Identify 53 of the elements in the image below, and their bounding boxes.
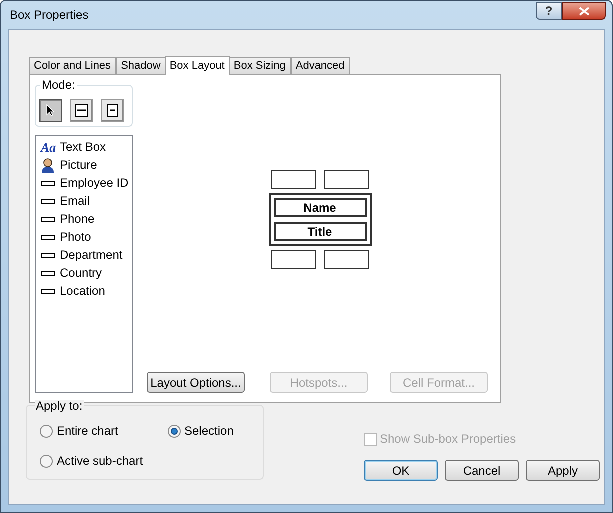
tab[interactable]: Color and Lines bbox=[29, 57, 116, 74]
radio-label: Active sub-chart bbox=[57, 453, 144, 470]
mode-button[interactable] bbox=[101, 98, 124, 122]
person-icon bbox=[41, 158, 55, 172]
close-button[interactable] bbox=[562, 2, 606, 20]
radio-button[interactable] bbox=[40, 424, 53, 438]
box-icon bbox=[75, 104, 88, 116]
tab[interactable]: Box Sizing bbox=[228, 57, 291, 74]
checkbox-label: Show Sub-box Properties bbox=[380, 431, 516, 448]
list-item-label[interactable]: Location bbox=[60, 282, 106, 300]
close-icon bbox=[578, 6, 590, 16]
mode-button[interactable] bbox=[39, 98, 62, 122]
tab[interactable]: Box Layout bbox=[164, 56, 230, 75]
field-icon bbox=[41, 288, 55, 294]
box-icon bbox=[107, 104, 118, 116]
dialog-button[interactable]: Apply bbox=[526, 460, 600, 481]
field-icon bbox=[41, 252, 55, 258]
field-icon bbox=[41, 234, 55, 240]
element-list[interactable]: Aa Text Box Picture Employee ID Email Phone Photo Department Country Location bbox=[35, 135, 133, 393]
pointer-icon bbox=[46, 104, 55, 116]
layout-field: Title bbox=[274, 222, 366, 241]
field-icon bbox=[41, 180, 55, 186]
field-icon bbox=[41, 216, 55, 222]
field-icon bbox=[41, 198, 55, 204]
empty-slot bbox=[324, 170, 369, 189]
text-icon: Aa bbox=[41, 140, 57, 154]
list-item-label[interactable]: Picture bbox=[60, 156, 98, 174]
panel-button[interactable]: Layout Options... bbox=[147, 372, 245, 393]
field-icon bbox=[41, 270, 55, 276]
list-item-label[interactable]: Country bbox=[60, 264, 102, 282]
dialog-button[interactable]: OK bbox=[364, 460, 438, 481]
radio-button[interactable] bbox=[40, 454, 53, 468]
radio-label: Entire chart bbox=[57, 423, 118, 440]
dialog-button[interactable]: Cancel bbox=[445, 460, 519, 481]
group-label: Mode: bbox=[40, 78, 78, 92]
tab[interactable]: Shadow bbox=[116, 57, 166, 74]
radio-label: Selection bbox=[184, 423, 234, 440]
layout-field: Name bbox=[274, 198, 366, 217]
empty-slot bbox=[324, 250, 369, 269]
list-item-label[interactable]: Phone bbox=[60, 210, 95, 228]
empty-slot bbox=[271, 170, 316, 189]
list-item-label[interactable]: Department bbox=[60, 246, 123, 264]
list-item-label[interactable]: Text Box bbox=[60, 138, 106, 156]
mode-button[interactable] bbox=[70, 98, 93, 122]
window-title: Box Properties bbox=[10, 7, 89, 24]
list-item-label[interactable]: Photo bbox=[60, 228, 92, 246]
tab[interactable]: Advanced bbox=[290, 57, 350, 74]
radio-button[interactable] bbox=[168, 424, 180, 438]
list-item-label[interactable]: Employee ID bbox=[60, 174, 129, 192]
group-label: Apply to: bbox=[35, 400, 84, 413]
list-item-label[interactable]: Email bbox=[60, 192, 90, 210]
help-button[interactable]: ? bbox=[536, 2, 562, 20]
empty-slot bbox=[271, 250, 316, 269]
